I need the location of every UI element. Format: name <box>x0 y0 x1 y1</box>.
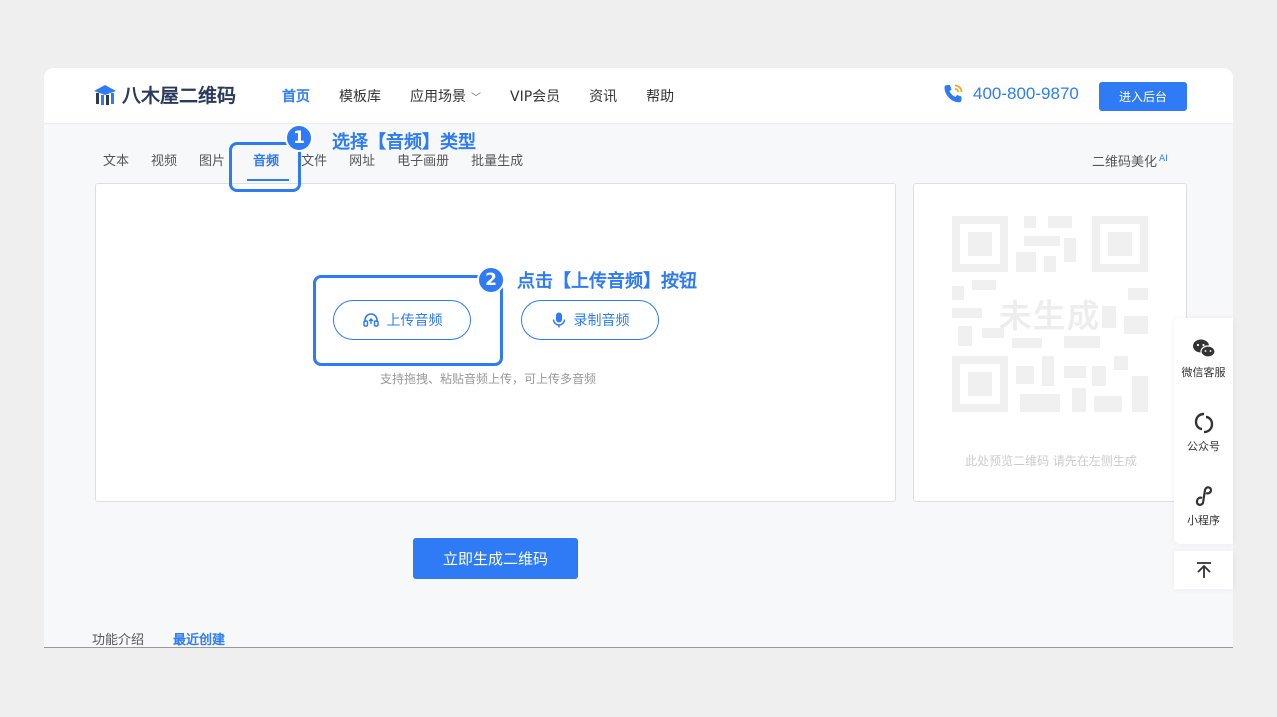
tab-batch[interactable]: 批量生成 <box>471 150 523 169</box>
nav-item-scenarios[interactable]: 应用场景 ﹀ <box>410 86 481 106</box>
nav-label: 首页 <box>282 89 310 105</box>
official-account-item[interactable]: 公众号 <box>1174 412 1233 454</box>
qr-placeholder: 未生成 <box>952 216 1148 412</box>
back-to-top-button[interactable] <box>1174 551 1233 589</box>
float-label: 公众号 <box>1187 440 1220 453</box>
qr-preview-panel: 未生成 此处预览二维码 请先在左侧生成 <box>913 183 1187 502</box>
beautify-label: 二维码美化 <box>1092 155 1158 170</box>
tab-recent[interactable]: 最近创建 <box>173 629 225 647</box>
microphone-icon <box>552 312 565 328</box>
float-label: 小程序 <box>1187 514 1220 527</box>
tab-video[interactable]: 视频 <box>151 150 177 169</box>
step-1-instruction: 选择【音频】类型 <box>332 132 476 153</box>
phone-number: 400-800-9870 <box>973 84 1079 103</box>
brand-name: 八木屋二维码 <box>122 85 237 107</box>
wechat-service-item[interactable]: 微信客服 <box>1174 338 1233 380</box>
app-window: 八木屋二维码 首页 模板库 应用场景 ﹀ VIP会员 资讯 帮助 400-800-… <box>44 68 1233 648</box>
brand-logo[interactable]: 八木屋二维码 <box>92 81 236 108</box>
step-1-badge: 1 <box>285 124 313 152</box>
nav-label: 帮助 <box>646 89 675 105</box>
nav-item-vip[interactable]: VIP会员 <box>510 86 560 106</box>
nav-item-news[interactable]: 资讯 <box>589 86 617 106</box>
bottom-tabs: 功能介绍 最近创建 <box>92 629 254 647</box>
tab-text[interactable]: 文本 <box>103 150 129 169</box>
logo-icon <box>94 84 116 105</box>
ai-badge: AI <box>1159 153 1168 164</box>
mini-program-icon <box>1195 486 1212 506</box>
enter-admin-button[interactable]: 进入后台 <box>1099 82 1187 111</box>
record-label: 录制音频 <box>573 313 630 329</box>
back-to-top-icon <box>1196 562 1211 578</box>
preview-hint: 此处预览二维码 请先在左侧生成 <box>965 454 1137 468</box>
nav-item-templates[interactable]: 模板库 <box>339 86 381 106</box>
top-header: 八木屋二维码 首页 模板库 应用场景 ﹀ VIP会员 资讯 帮助 400-800-… <box>44 68 1233 124</box>
nav-label: 模板库 <box>339 89 381 105</box>
type-tabs: 文本 视频 图片 音频 文件 网址 电子画册 批量生成 <box>103 150 545 181</box>
float-label: 微信客服 <box>1181 366 1226 379</box>
tab-image[interactable]: 图片 <box>199 150 225 169</box>
nav-item-help[interactable]: 帮助 <box>646 86 674 106</box>
step-2-instruction: 点击【上传音频】按钮 <box>517 271 697 292</box>
nav-label: VIP会员 <box>510 89 561 105</box>
record-audio-button[interactable]: 录制音频 <box>521 300 659 340</box>
not-generated-label: 未生成 <box>998 297 1101 335</box>
qr-beautify-link[interactable]: 二维码美化 AI <box>1092 151 1168 170</box>
highlight-upload-button <box>313 275 503 366</box>
generate-qr-button[interactable]: 立即生成二维码 <box>413 538 578 579</box>
phone-icon <box>944 84 963 103</box>
step-2-badge: 2 <box>477 266 505 294</box>
mini-program-item[interactable]: 小程序 <box>1174 484 1233 528</box>
floating-service-bar: 微信客服 公众号 小程序 <box>1174 318 1233 544</box>
nav-label: 资讯 <box>589 89 618 105</box>
contact-phone[interactable]: 400-800-9870 <box>941 82 1079 106</box>
main-nav: 首页 模板库 应用场景 ﹀ VIP会员 资讯 帮助 <box>282 68 703 124</box>
wechat-icon <box>1192 339 1216 358</box>
nav-item-home[interactable]: 首页 <box>282 86 310 106</box>
tab-file[interactable]: 文件 <box>301 150 327 169</box>
nav-label: 应用场景 <box>410 89 466 105</box>
tab-features[interactable]: 功能介绍 <box>92 629 144 647</box>
official-account-icon <box>1194 412 1213 434</box>
chevron-down-icon: ﹀ <box>471 92 481 104</box>
upload-hint: 支持拖拽、粘贴音频上传，可上传多音频 <box>380 372 597 386</box>
